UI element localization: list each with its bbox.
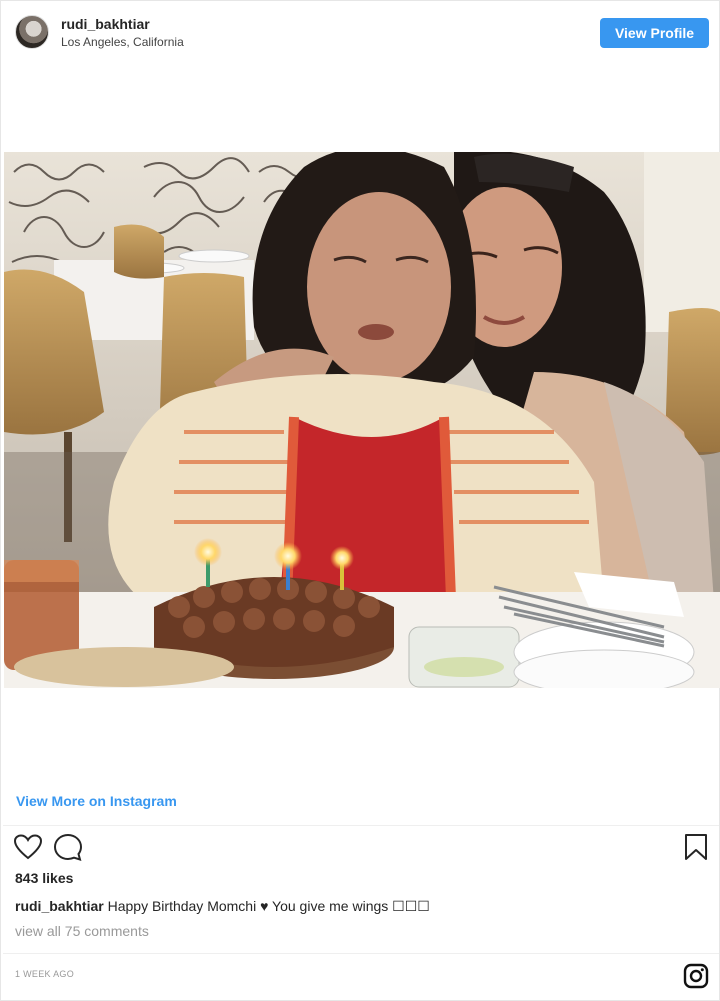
view-profile-button[interactable]: View Profile	[600, 18, 709, 48]
timestamp[interactable]: 1 WEEK AGO	[15, 969, 74, 979]
bookmark-icon[interactable]	[684, 833, 708, 861]
comment-icon[interactable]	[53, 833, 83, 861]
caption-text: Happy Birthday Momchi ♥ You give me wing…	[107, 898, 430, 914]
location[interactable]: Los Angeles, California	[61, 35, 184, 49]
view-more-link[interactable]: View More on Instagram	[16, 793, 177, 809]
divider	[3, 953, 719, 954]
avatar[interactable]	[15, 15, 49, 49]
instagram-embed-card: rudi_bakhtiar Los Angeles, California Vi…	[0, 0, 720, 1001]
username[interactable]: rudi_bakhtiar	[61, 16, 150, 32]
divider	[3, 825, 719, 826]
heart-icon[interactable]	[14, 834, 42, 860]
post-header: rudi_bakhtiar Los Angeles, California Vi…	[1, 1, 719, 65]
caption-username[interactable]: rudi_bakhtiar	[15, 898, 104, 914]
instagram-icon[interactable]	[683, 963, 709, 989]
view-comments-link[interactable]: view all 75 comments	[15, 923, 149, 939]
caption: rudi_bakhtiar Happy Birthday Momchi ♥ Yo…	[15, 898, 430, 915]
photo-illustration	[4, 152, 720, 688]
post-photo[interactable]	[4, 152, 720, 688]
likes-count[interactable]: 843 likes	[15, 870, 73, 886]
